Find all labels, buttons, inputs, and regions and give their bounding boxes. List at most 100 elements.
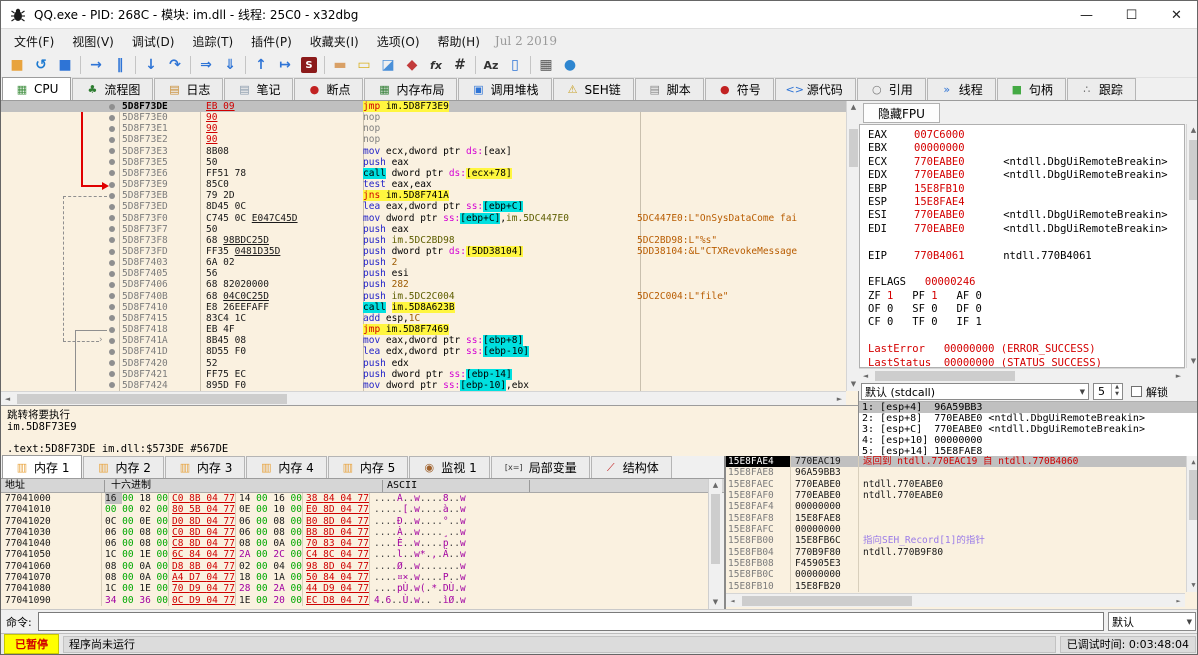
run-to-user-code-icon[interactable]: ⇒	[194, 55, 218, 76]
breakpoint-dot[interactable]	[109, 170, 115, 176]
tab-线程[interactable]: »线程	[927, 78, 996, 100]
stack-row[interactable]: 15E8FAE896A59BB3	[726, 467, 1198, 478]
stack-row[interactable]: 15E8FB0C00000000	[726, 569, 1198, 580]
breakpoint-dot[interactable]	[109, 304, 115, 310]
tab-日志[interactable]: ▤日志	[154, 78, 223, 100]
dump-vertical-scrollbar[interactable]: ▲ ▼	[708, 479, 722, 609]
stack-horizontal-scrollbar[interactable]: ◄ ►	[726, 593, 1185, 607]
breakpoint-dot[interactable]	[109, 115, 115, 121]
breakpoint-dot[interactable]	[109, 237, 115, 243]
breakpoint-dot[interactable]	[109, 282, 115, 288]
tab-引用[interactable]: ○引用	[857, 78, 926, 100]
hide-fpu-button[interactable]: 隐藏FPU	[863, 103, 940, 123]
flags-row[interactable]: ZF 1 PF 1 AF 0	[868, 290, 1184, 303]
register-row[interactable]: EAX007C6000	[868, 129, 1184, 142]
disasm-row[interactable]: 5D8F741583C4 1Cadd esp,1C	[1, 313, 846, 324]
tab-流程图[interactable]: ♣流程图	[72, 78, 153, 100]
breakpoint-dot[interactable]	[109, 204, 115, 210]
dump-row[interactable]: 770410801C 00 1E 0070 D9 04 7728 00 2A 0…	[1, 583, 708, 594]
stack-row[interactable]: 15E8FB04770B9F80ntdll.770B9F80	[726, 547, 1198, 558]
flags-row[interactable]: CF 0 TF 0 IF 1	[868, 316, 1184, 329]
disasm-row[interactable]: 5D8F7424895D F0mov dword ptr ss:[ebp-10]…	[1, 380, 846, 391]
tab-内存 1[interactable]: ▥内存 1	[2, 455, 82, 478]
disasm-row[interactable]: 5D8F73F750push eax	[1, 224, 846, 235]
breakpoint-dot[interactable]	[109, 215, 115, 221]
stack-row[interactable]: 15E8FB0015E8FB6C指向SEH_Record[1]的指针	[726, 535, 1198, 546]
register-row[interactable]: EBP15E8FB10	[868, 183, 1184, 196]
dump-row[interactable]: 7704101000 00 02 0080 5B 04 770E 00 10 0…	[1, 504, 708, 515]
stack-row[interactable]: 15E8FB1015E8FB20	[726, 581, 1198, 592]
stack-vertical-scrollbar[interactable]: ▲ ▼	[1186, 456, 1198, 592]
menu-item[interactable]: 调试(D)	[123, 30, 184, 53]
breakpoint-dot[interactable]	[109, 360, 115, 366]
restart-icon[interactable]: ↺	[29, 55, 53, 76]
stack-row[interactable]: 15E8FAF400000000	[726, 501, 1198, 512]
disasm-row[interactable]: 5D8F73F868 98BDC25Dpush im.5DC2BD985DC2B…	[1, 235, 846, 246]
run-icon[interactable]: →	[84, 55, 108, 76]
disasm-row[interactable]: 5D8F740668 82020000push 282	[1, 279, 846, 290]
arg-count-stepper[interactable]: 5 ▲▼	[1093, 383, 1123, 400]
calling-convention-select[interactable]: 默认 (stdcall)▼	[861, 383, 1089, 400]
breakpoint-dot[interactable]	[109, 182, 115, 188]
breakpoint-dot[interactable]	[109, 315, 115, 321]
breakpoint-dot[interactable]	[109, 159, 115, 165]
stack-row[interactable]: 15E8FAF815E8FAE8	[726, 513, 1198, 524]
argument-row[interactable]: 4: [esp+10] 00000000	[859, 435, 1198, 446]
breakpoint-dot[interactable]	[109, 349, 115, 355]
disasm-row[interactable]: 5D8F740556push esi	[1, 268, 846, 279]
argument-row[interactable]: 1: [esp+4] 96A59BB3	[859, 402, 1198, 413]
register-row[interactable]: ESI770EABE0 <ntdll.DbgUiRemoteBreakin>	[868, 209, 1184, 222]
breakpoint-dot[interactable]	[109, 371, 115, 377]
goto-user-icon[interactable]: ↦	[273, 55, 297, 76]
disasm-row[interactable]: 5D8F73EB79 2Djns im.5D8F741A	[1, 190, 846, 201]
disasm-row[interactable]: 5D8F7410E8 26EEFAFFcall im.5D8A623B	[1, 302, 846, 313]
stack-row[interactable]: 15E8FAFC00000000	[726, 524, 1198, 535]
tab-CPU[interactable]: ▦CPU	[2, 77, 71, 100]
disasm-row[interactable]: 5D8F73E190nop	[1, 123, 846, 134]
stack-row[interactable]: 15E8FAE4770EAC19返回到 ntdll.770EAC19 自 ntd…	[726, 456, 1198, 467]
register-row[interactable]: ESP15E8FAE4	[868, 196, 1184, 209]
dump-row[interactable]: 7704107008 00 0A 00A4 D7 04 7718 00 1A 0…	[1, 572, 708, 583]
step-into-icon[interactable]: ↓	[139, 55, 163, 76]
register-row[interactable]: EDI770EABE0 <ntdll.DbgUiRemoteBreakin>	[868, 223, 1184, 236]
disasm-row[interactable]: 5D8F740B68 04C0C25Dpush im.5DC2C0045DC2C…	[1, 291, 846, 302]
breakpoint-dot[interactable]	[109, 193, 115, 199]
menu-item[interactable]: 帮助(H)	[429, 30, 489, 53]
register-row[interactable]: EDX770EABE0 <ntdll.DbgUiRemoteBreakin>	[868, 169, 1184, 182]
disasm-row[interactable]: 5D8F7418EB 4Fjmp im.5D8F7469	[1, 324, 846, 335]
tab-内存 2[interactable]: ▥内存 2	[83, 456, 163, 478]
stack-row[interactable]: 15E8FB08F45905E3	[726, 558, 1198, 569]
dump-row[interactable]: 770410200C 00 0E 00D0 8D 04 7706 00 08 0…	[1, 516, 708, 527]
breakpoint-dot[interactable]	[109, 293, 115, 299]
argument-row[interactable]: 2: [esp+8] 770EABE0 <ntdll.DbgUiRemoteBr…	[859, 413, 1198, 424]
tab-SEH链[interactable]: ⚠SEH链	[553, 78, 634, 100]
memory-dump-view[interactable]: 7704100016 00 18 00C0 8B 04 7714 00 16 0…	[1, 493, 708, 609]
maximize-button[interactable]: ☐	[1109, 1, 1154, 29]
functions-icon[interactable]: fx	[424, 55, 448, 76]
disasm-row[interactable]: 5D8F741A8B45 08mov eax,dword ptr ss:[ebp…	[1, 335, 846, 346]
disasm-row[interactable]: 5D8F73E985C0test eax,eax	[1, 179, 846, 190]
labels-icon[interactable]: ◪	[376, 55, 400, 76]
disasm-row[interactable]: 5D8F73E090nop	[1, 112, 846, 123]
menu-item[interactable]: 追踪(T)	[183, 30, 242, 53]
registers-horizontal-scrollbar[interactable]: ◄ ►	[859, 368, 1185, 382]
tab-符号[interactable]: ●符号	[705, 78, 774, 100]
tab-内存 5[interactable]: ▥内存 5	[328, 456, 408, 478]
help-globe-icon[interactable]: ●	[558, 55, 582, 76]
argument-row[interactable]: 5: [esp+14] 15E8FAE8	[859, 446, 1198, 456]
breakpoint-dot[interactable]	[109, 338, 115, 344]
tab-内存 4[interactable]: ▥内存 4	[246, 456, 326, 478]
disasm-row[interactable]: 5D8F7421FF75 ECpush dword ptr ss:[ebp-14…	[1, 369, 846, 380]
tab-脚本[interactable]: ▤脚本	[635, 78, 704, 100]
comments-icon[interactable]: ▭	[352, 55, 376, 76]
menu-item[interactable]: 文件(F)	[5, 30, 63, 53]
close-button[interactable]: ✕	[1154, 1, 1198, 29]
dump-row[interactable]: 7704103006 00 08 00C0 8D 04 7706 00 08 0…	[1, 527, 708, 538]
tab-内存布局[interactable]: ▦内存布局	[364, 78, 457, 100]
stack-row[interactable]: 15E8FAEC770EABE0ntdll.770EABE0	[726, 479, 1198, 490]
bookmarks-icon[interactable]: ◆	[400, 55, 424, 76]
flags-row[interactable]: OF 0 SF 0 DF 0	[868, 303, 1184, 316]
title-bar[interactable]: QQ.exe - PID: 268C - 模块: im.dll - 线程: 25…	[1, 1, 1198, 29]
open-file-icon[interactable]: ■	[5, 55, 29, 76]
tab-断点[interactable]: ●断点	[294, 78, 363, 100]
